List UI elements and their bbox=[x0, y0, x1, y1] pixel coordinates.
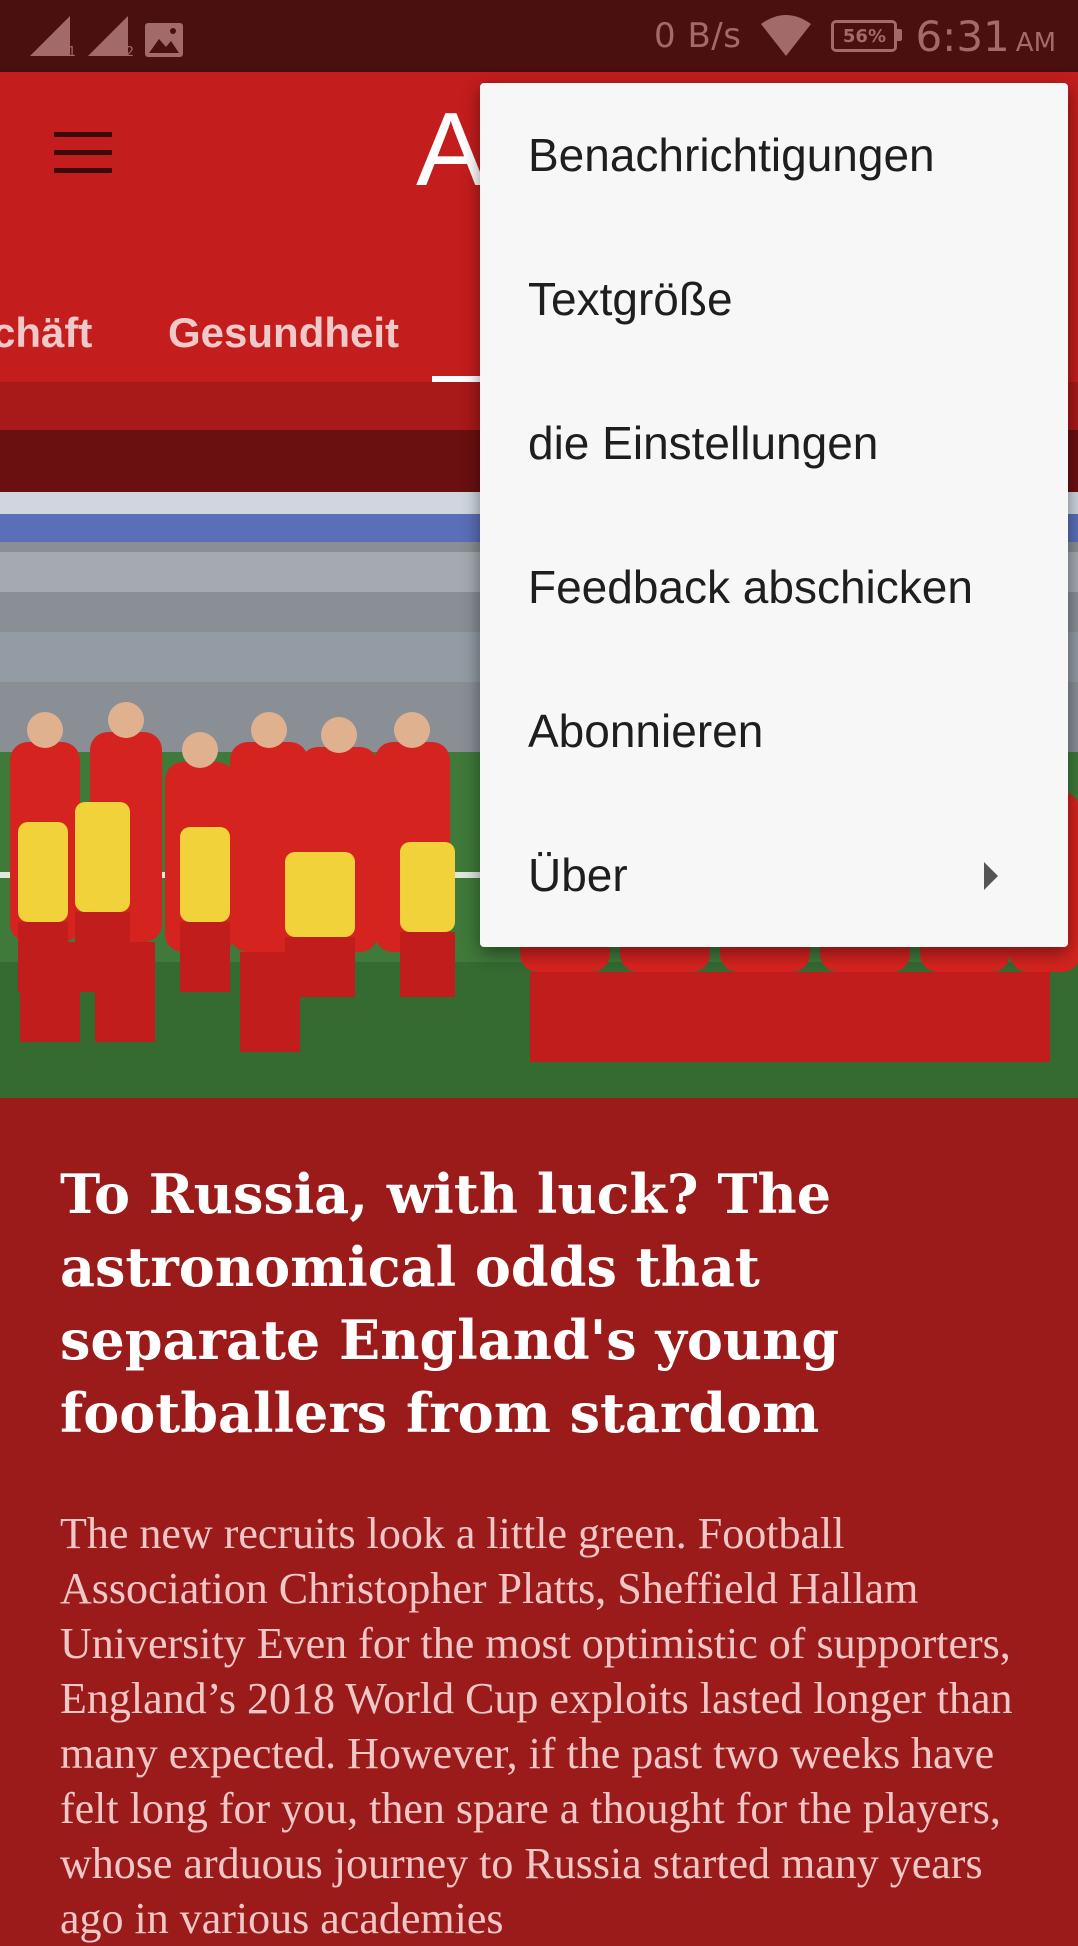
article: To Russia, with luck? The astronomical o… bbox=[0, 1098, 1078, 1943]
menu-item-label: Abonnieren bbox=[528, 705, 764, 757]
signal-icon: 2 bbox=[86, 14, 134, 60]
image-icon bbox=[145, 23, 183, 57]
wifi-icon bbox=[761, 15, 812, 56]
clock: 6:31 AM bbox=[915, 12, 1056, 61]
clock-ampm: AM bbox=[1015, 27, 1056, 58]
battery-icon: 56% bbox=[831, 20, 903, 52]
menu-item-label: Textgröße bbox=[528, 273, 733, 325]
chevron-right-icon bbox=[984, 862, 998, 890]
menu-icon[interactable] bbox=[54, 132, 112, 176]
net-speed: 0 B/s bbox=[654, 16, 742, 56]
menu-item-label: Über bbox=[528, 849, 628, 901]
menu-item-settings[interactable]: die Einstellungen bbox=[480, 371, 1068, 515]
app-logo: A bbox=[416, 92, 486, 208]
menu-item-text-size[interactable]: Textgröße bbox=[480, 227, 1068, 371]
article-headline[interactable]: To Russia, with luck? The astronomical o… bbox=[60, 1158, 1020, 1450]
menu-item-notifications[interactable]: Benachrichtigungen bbox=[480, 83, 1068, 227]
status-right: 0 B/s 56% 6:31 AM bbox=[654, 10, 1056, 62]
battery-level: 56% bbox=[842, 25, 886, 47]
clock-time: 6:31 bbox=[915, 11, 1010, 61]
menu-item-label: die Einstellungen bbox=[528, 417, 879, 469]
menu-item-about[interactable]: Über bbox=[480, 803, 1068, 947]
sim1-label: 1 bbox=[67, 45, 76, 60]
menu-item-feedback[interactable]: Feedback abschicken bbox=[480, 515, 1068, 659]
status-left: 1 2 bbox=[28, 14, 184, 60]
menu-item-label: Feedback abschicken bbox=[528, 561, 973, 613]
status-bar: 1 2 0 B/s 56% 6:31 AM bbox=[0, 0, 1078, 72]
overflow-menu: Benachrichtigungen Textgröße die Einstel… bbox=[480, 83, 1068, 947]
sim2-label: 2 bbox=[125, 45, 134, 60]
signal-icon: 1 bbox=[28, 14, 76, 60]
menu-item-label: Benachrichtigungen bbox=[528, 129, 935, 181]
menu-item-subscribe[interactable]: Abonnieren bbox=[480, 659, 1068, 803]
tab-geschaeft[interactable]: chäft bbox=[0, 284, 92, 382]
tab-gesundheit[interactable]: Gesundheit bbox=[168, 284, 399, 382]
article-body: The new recruits look a little green. Fo… bbox=[60, 1509, 1013, 1943]
